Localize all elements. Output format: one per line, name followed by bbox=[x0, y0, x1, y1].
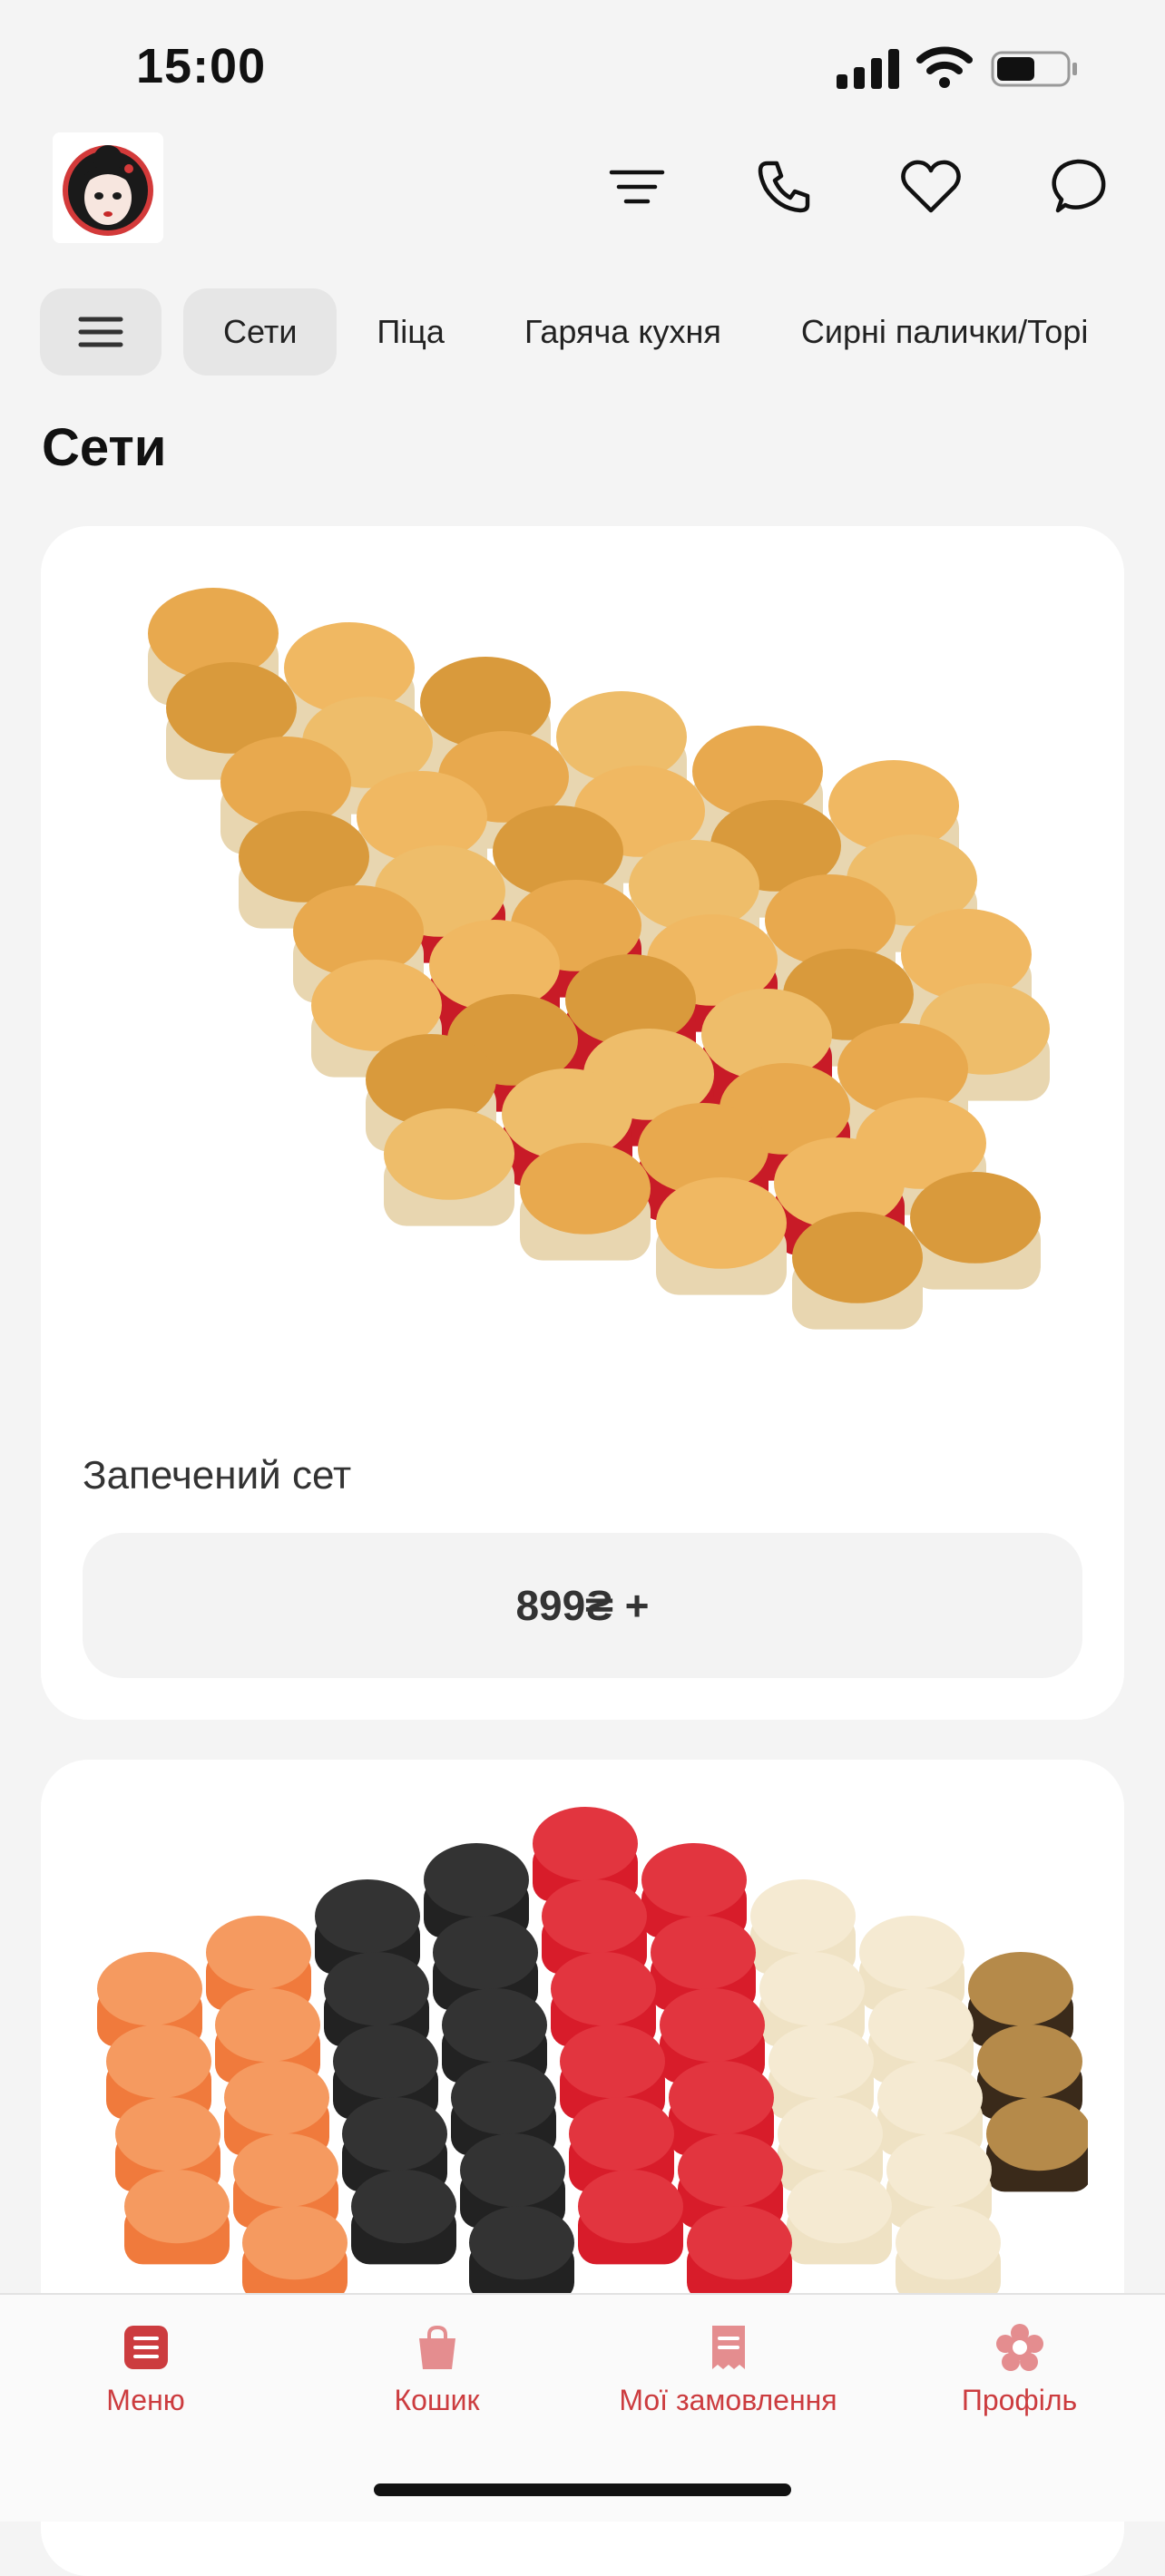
sushi-piece bbox=[792, 1212, 923, 1330]
categories-menu-button[interactable] bbox=[40, 288, 162, 376]
category-tabs: Сети Піца Гаряча кухня Сирні палички/Тор… bbox=[40, 288, 1165, 376]
hamburger-icon bbox=[78, 317, 123, 347]
signal-icon bbox=[837, 49, 899, 89]
product-card[interactable]: Запечений сет 899₴ + bbox=[41, 526, 1124, 1720]
bag-icon bbox=[418, 2325, 455, 2369]
product-name: Запечений сет bbox=[83, 1453, 352, 1498]
menu-icon bbox=[123, 2326, 168, 2369]
tab-label: Мої замовлення bbox=[619, 2384, 837, 2416]
chat-icon[interactable] bbox=[1042, 151, 1114, 223]
section-title: Сети bbox=[42, 418, 167, 477]
battery-icon bbox=[991, 51, 1077, 87]
sushi-piece bbox=[656, 1177, 787, 1295]
tab-label: Меню bbox=[106, 2384, 185, 2416]
sushi-piece bbox=[124, 2170, 230, 2265]
sushi-piece bbox=[787, 2170, 892, 2265]
phone-icon[interactable] bbox=[748, 151, 820, 223]
product-image bbox=[148, 588, 1050, 1330]
heart-icon[interactable] bbox=[895, 151, 967, 223]
sushi-piece bbox=[910, 1172, 1041, 1290]
sushi-piece bbox=[578, 2170, 683, 2265]
tab-profile[interactable]: Профіль bbox=[874, 2322, 1165, 2417]
sushi-piece bbox=[384, 1108, 514, 1226]
logo-icon bbox=[63, 145, 153, 236]
wifi-icon bbox=[916, 46, 973, 88]
sushi-piece bbox=[242, 2206, 348, 2295]
add-to-cart-button[interactable]: 899₴ + bbox=[83, 1533, 1082, 1678]
category-tab-pizza[interactable]: Піца bbox=[337, 288, 485, 376]
category-tab-hot-kitchen[interactable]: Гаряча кухня bbox=[485, 288, 761, 376]
logo[interactable] bbox=[53, 132, 163, 243]
sushi-piece bbox=[896, 2206, 1001, 2295]
home-indicator bbox=[374, 2483, 791, 2496]
status-time: 15:00 bbox=[136, 39, 267, 93]
category-tab-sets[interactable]: Сети bbox=[183, 288, 338, 376]
tab-label: Профіль bbox=[961, 2384, 1078, 2416]
sushi-piece bbox=[469, 2206, 574, 2295]
product-image bbox=[97, 1807, 1088, 2295]
filter-icon[interactable] bbox=[601, 151, 673, 223]
sushi-piece bbox=[687, 2206, 792, 2295]
sushi-piece bbox=[986, 2097, 1088, 2192]
category-tab-cheese-sticks[interactable]: Сирні палички/Торі bbox=[761, 288, 1128, 376]
sushi-piece bbox=[351, 2170, 456, 2265]
tab-orders[interactable]: Мої замовлення bbox=[582, 2322, 874, 2417]
sushi-piece bbox=[520, 1143, 651, 1261]
receipt-icon bbox=[711, 2326, 745, 2369]
flower-icon bbox=[995, 2324, 1043, 2371]
tab-cart[interactable]: Кошик bbox=[291, 2322, 582, 2417]
tab-menu[interactable]: Меню bbox=[0, 2322, 291, 2417]
tab-label: Кошик bbox=[394, 2384, 480, 2416]
